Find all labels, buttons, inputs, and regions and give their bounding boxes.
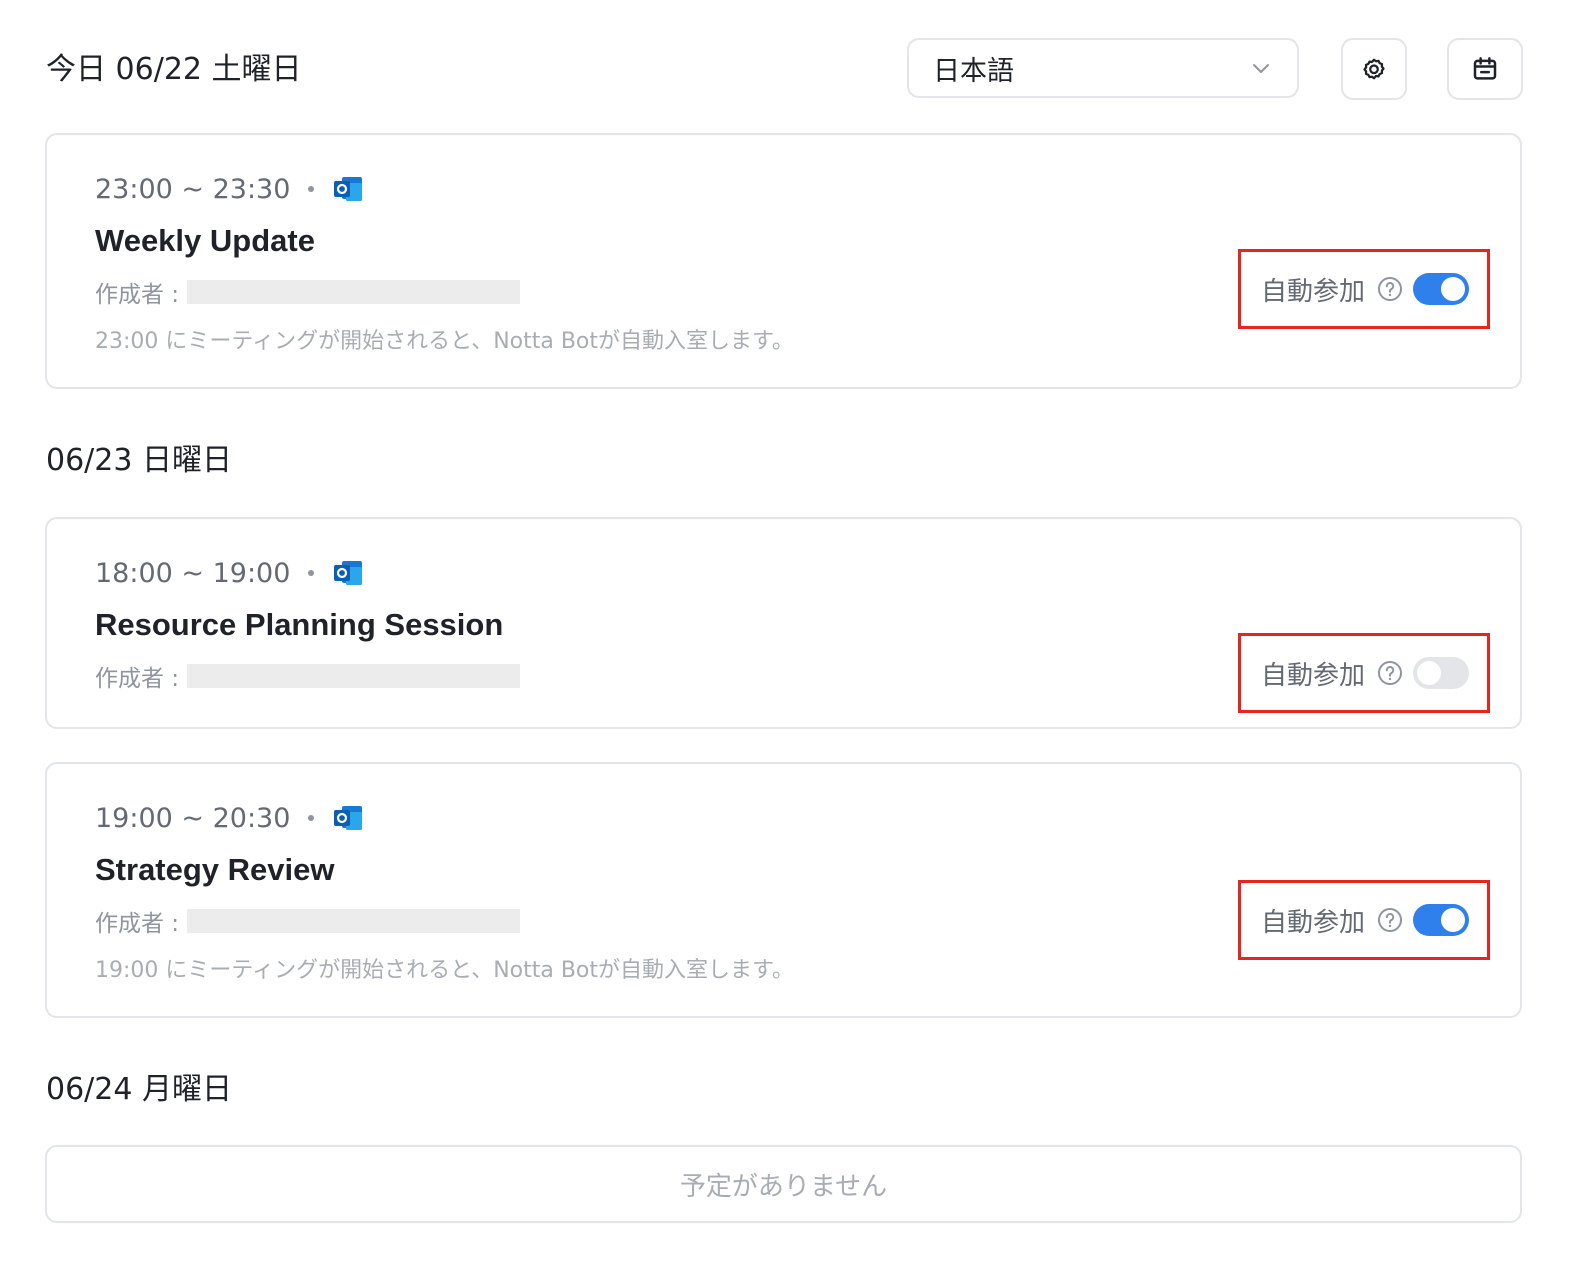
header: 今日 06/22 土曜日 日本語 bbox=[46, 38, 1523, 102]
creator-name-redacted bbox=[187, 664, 521, 688]
event-note: 23:00 にミーティングが開始されると、Notta Botが自動入室します。 bbox=[95, 329, 794, 354]
auto-join-control: 自動参加 bbox=[1238, 880, 1490, 960]
outlook-icon bbox=[334, 177, 363, 201]
auto-join-toggle[interactable] bbox=[1413, 904, 1470, 936]
toggle-knob bbox=[1441, 277, 1466, 301]
creator-label: 作成者 : bbox=[95, 666, 180, 692]
gear-icon bbox=[1363, 58, 1385, 80]
auto-join-toggle[interactable] bbox=[1413, 273, 1470, 305]
help-icon[interactable] bbox=[1377, 276, 1403, 302]
event-time: 23:00 ~ 23:30 bbox=[95, 173, 291, 205]
auto-join-control: 自動参加 bbox=[1238, 249, 1490, 329]
calendar-icon bbox=[1473, 57, 1497, 80]
empty-schedule: 予定がありません bbox=[45, 1145, 1522, 1223]
separator-dot bbox=[308, 570, 315, 576]
creator-name-redacted bbox=[187, 909, 521, 933]
day-heading: 06/23 日曜日 bbox=[46, 443, 232, 478]
event-title: Resource Planning Session bbox=[95, 607, 504, 642]
language-select[interactable]: 日本語 bbox=[907, 38, 1299, 98]
event-title: Strategy Review bbox=[95, 852, 335, 887]
event-card[interactable]: 18:00 ~ 19:00 Resource Planning Session … bbox=[45, 517, 1522, 729]
separator-dot bbox=[308, 815, 315, 821]
event-time: 19:00 ~ 20:30 bbox=[95, 802, 291, 834]
calendar-button[interactable] bbox=[1447, 38, 1523, 100]
event-creator: 作成者 : bbox=[95, 904, 521, 938]
event-creator: 作成者 : bbox=[95, 275, 521, 309]
event-title: Weekly Update bbox=[95, 223, 315, 258]
help-icon[interactable] bbox=[1377, 660, 1403, 686]
calendar-page: 今日 06/22 土曜日 日本語 23:00 ~ 23:30 Weekly Up… bbox=[0, 0, 1587, 1284]
creator-label: 作成者 : bbox=[95, 282, 180, 308]
toggle-knob bbox=[1441, 908, 1466, 932]
event-card[interactable]: 23:00 ~ 23:30 Weekly Update 作成者 : 23:00 … bbox=[45, 133, 1522, 389]
outlook-icon bbox=[334, 806, 363, 830]
auto-join-label: 自動参加 bbox=[1261, 907, 1366, 938]
help-icon[interactable] bbox=[1377, 907, 1403, 933]
event-time-row: 19:00 ~ 20:30 bbox=[95, 800, 364, 836]
event-card[interactable]: 19:00 ~ 20:30 Strategy Review 作成者 : 19:0… bbox=[45, 762, 1522, 1018]
language-select-value: 日本語 bbox=[933, 55, 1014, 87]
auto-join-label: 自動参加 bbox=[1261, 276, 1366, 307]
chevron-down-icon bbox=[1253, 64, 1269, 73]
auto-join-label: 自動参加 bbox=[1261, 660, 1366, 691]
event-note: 19:00 にミーティングが開始されると、Notta Botが自動入室します。 bbox=[95, 958, 794, 983]
auto-join-control: 自動参加 bbox=[1238, 633, 1490, 713]
event-time-row: 23:00 ~ 23:30 bbox=[95, 171, 364, 207]
auto-join-toggle[interactable] bbox=[1413, 657, 1470, 689]
event-time-row: 18:00 ~ 19:00 bbox=[95, 555, 364, 591]
toggle-knob bbox=[1417, 661, 1442, 685]
creator-name-redacted bbox=[187, 280, 521, 304]
event-time: 18:00 ~ 19:00 bbox=[95, 557, 291, 589]
creator-label: 作成者 : bbox=[95, 911, 180, 937]
day-heading: 06/24 月曜日 bbox=[46, 1072, 232, 1107]
page-title: 今日 06/22 土曜日 bbox=[46, 52, 302, 87]
separator-dot bbox=[308, 186, 315, 192]
event-creator: 作成者 : bbox=[95, 659, 521, 693]
outlook-icon bbox=[334, 561, 363, 585]
settings-button[interactable] bbox=[1341, 38, 1407, 100]
